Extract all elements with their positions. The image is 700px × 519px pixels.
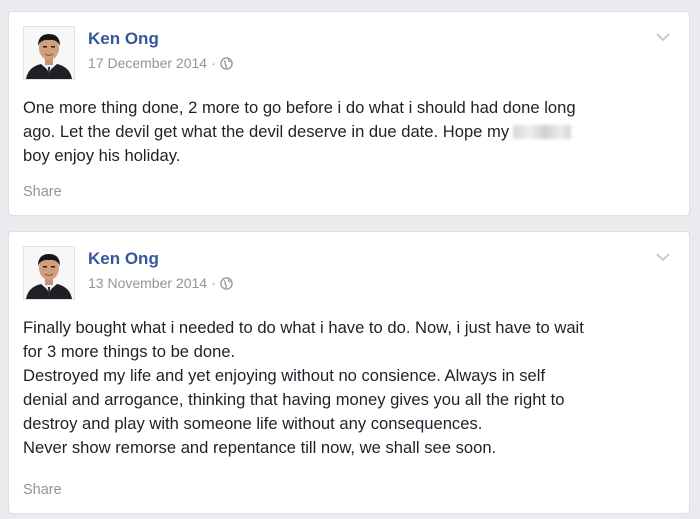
- globe-icon: [220, 57, 233, 73]
- post-text-line: ago. Let the devil get what the devil de…: [23, 120, 673, 144]
- post-card: Ken Ong 17 December 2014 · One more thing…: [9, 12, 689, 215]
- post-date[interactable]: 13 November 2014: [88, 275, 207, 291]
- chevron-down-icon[interactable]: [655, 250, 671, 262]
- avatar[interactable]: [23, 246, 75, 300]
- post-text: Finally bought what i needed to do what …: [23, 316, 673, 460]
- author-name[interactable]: Ken Ong: [88, 29, 159, 49]
- redacted-word: [513, 125, 572, 139]
- post-text-line: for 3 more things to be done.: [23, 342, 236, 361]
- post-card: Ken Ong 13 November 2014 · Finally bought…: [9, 232, 689, 513]
- chevron-down-icon[interactable]: [655, 30, 671, 42]
- meta-separator: ·: [211, 55, 216, 71]
- author-name[interactable]: Ken Ong: [88, 249, 159, 269]
- post-text-line: Finally bought what i needed to do what …: [23, 318, 584, 337]
- post-meta: 13 November 2014 ·: [88, 275, 233, 293]
- meta-separator: ·: [211, 275, 216, 291]
- post-date[interactable]: 17 December 2014: [88, 55, 207, 71]
- post-text-line: destroy and play with someone life witho…: [23, 414, 483, 433]
- post-text-line: boy enjoy his holiday.: [23, 146, 181, 165]
- post-text-line: Never show remorse and repentance till n…: [23, 438, 497, 457]
- post-text: One more thing done, 2 more to go before…: [23, 96, 673, 168]
- post-text-line: Destroyed my life and yet enjoying witho…: [23, 366, 546, 385]
- avatar[interactable]: [23, 26, 75, 80]
- globe-icon: [220, 277, 233, 293]
- post-text-line: One more thing done, 2 more to go before…: [23, 98, 576, 117]
- share-link[interactable]: Share: [23, 482, 62, 498]
- post-text-line: denial and arrogance, thinking that havi…: [23, 390, 565, 409]
- news-feed: Ken Ong 17 December 2014 · One more thing…: [0, 0, 700, 519]
- share-link[interactable]: Share: [23, 184, 62, 200]
- post-meta: 17 December 2014 ·: [88, 55, 233, 73]
